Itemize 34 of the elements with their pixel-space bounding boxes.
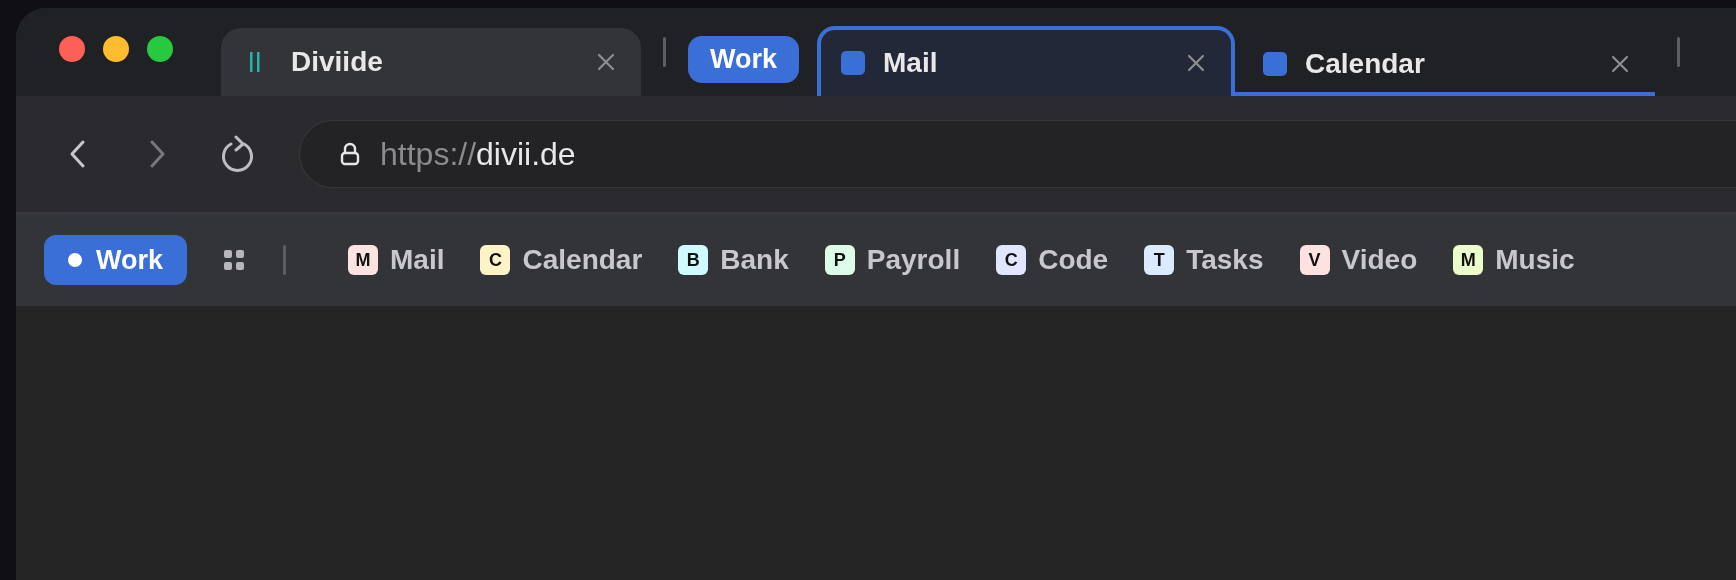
square-icon (841, 51, 865, 75)
reload-icon[interactable] (220, 135, 256, 173)
double-bar-icon (249, 51, 261, 73)
close-icon[interactable] (1611, 55, 1629, 73)
letter-icon: C (480, 245, 511, 275)
letter-icon: C (996, 245, 1027, 275)
zoom-window-button[interactable] (147, 36, 173, 62)
close-icon[interactable] (1187, 54, 1205, 72)
grid-icon[interactable] (223, 249, 245, 271)
letter-icon: M (1453, 245, 1484, 275)
letter-icon: M (348, 245, 378, 275)
tab-group-label[interactable]: Work (688, 35, 799, 83)
bookmark-link[interactable]: Tasks (1186, 244, 1264, 276)
letter-icon: V (1299, 245, 1330, 275)
bookmark-link[interactable]: Mail (390, 244, 445, 276)
url-text: https://divii.de (380, 135, 576, 173)
bookmark-link[interactable]: Payroll (866, 244, 961, 276)
square-icon (1263, 52, 1287, 76)
lock-icon (340, 142, 360, 166)
bookmark-link[interactable]: Music (1495, 244, 1575, 276)
tab[interactable]: Mail (817, 26, 1235, 96)
letter-icon: T (1144, 245, 1175, 275)
minimize-window-button[interactable] (103, 36, 129, 62)
letter-icon: B (678, 245, 709, 275)
bookmark-link[interactable]: Video (1341, 244, 1418, 276)
tab[interactable]: Diviide (221, 28, 641, 96)
close-window-button[interactable] (59, 36, 85, 62)
space-button[interactable]: Work (44, 235, 187, 285)
letter-icon: P (824, 245, 855, 275)
address-field[interactable]: https://divii.de (299, 120, 1736, 188)
close-icon[interactable] (597, 53, 615, 71)
bookmark-link[interactable]: Bank (720, 244, 789, 276)
bookmark-link[interactable]: Calendar (522, 244, 643, 276)
bookmark-link[interactable]: Code (1038, 244, 1109, 276)
